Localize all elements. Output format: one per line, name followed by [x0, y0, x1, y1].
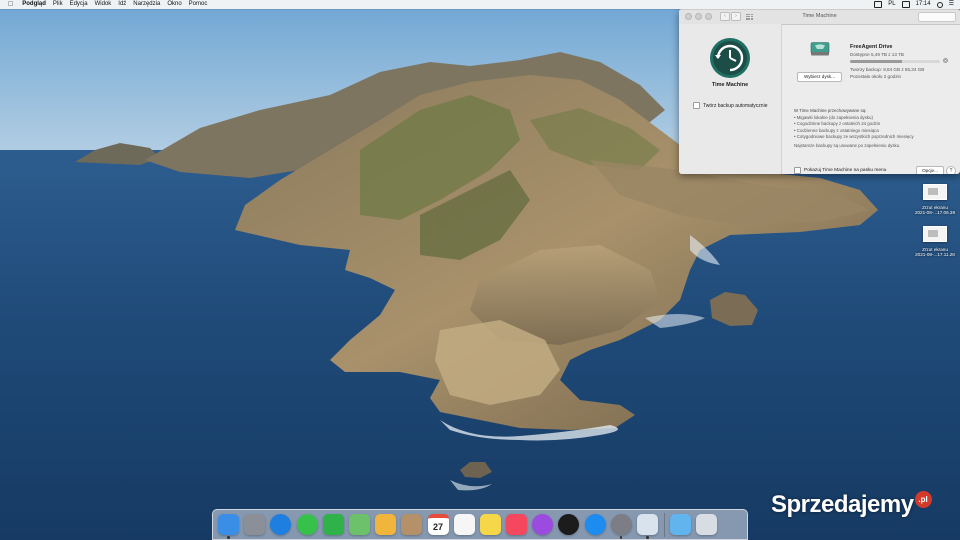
running-indicator: [646, 536, 649, 539]
photos-icon[interactable]: [375, 514, 397, 535]
menu-go[interactable]: Idź: [118, 0, 126, 9]
calendar-day-label: 27: [432, 521, 443, 532]
backup-time-remaining-text: Pozostało około 2 godzin: [850, 74, 902, 79]
apple-tv-icon[interactable]: [558, 514, 580, 535]
screenshot-thumbnail-icon: [923, 184, 947, 200]
help-button[interactable]: ?: [946, 166, 956, 174]
menu-tools[interactable]: Narzędzia: [133, 0, 160, 9]
menu-help[interactable]: Pomoc: [189, 0, 208, 9]
podcasts-icon[interactable]: [532, 514, 554, 535]
calendar-icon[interactable]: 27: [427, 514, 449, 535]
trash-icon[interactable]: [695, 514, 717, 535]
messages-icon[interactable]: [296, 514, 318, 535]
preferences-search-input[interactable]: [918, 12, 956, 22]
window-titlebar[interactable]: ‹ › Time Machine: [679, 9, 960, 25]
airplay-icon[interactable]: [874, 1, 883, 8]
menu-view[interactable]: Widok: [95, 0, 112, 9]
system-preferences-icon[interactable]: [610, 514, 632, 539]
running-indicator: [227, 536, 230, 539]
stop-backup-icon[interactable]: ✕: [943, 58, 948, 63]
time-machine-right-pane: Wybierz dysk... FreeAgent Drive Dostępne…: [782, 24, 960, 174]
menu-app-name[interactable]: Podgląd: [22, 0, 46, 9]
auto-backup-checkbox[interactable]: [693, 102, 700, 109]
backup-description-head: W Time Machine przechowywane są:: [794, 108, 867, 113]
desktop-screenshot-file[interactable]: Zrzut ekranu 2021-08-...17.11.28: [910, 226, 960, 258]
safari-icon[interactable]: [270, 514, 292, 535]
desktop-file-label-line2: 2021-08-...17.06.39: [914, 210, 956, 216]
backup-drive-name: FreeAgent Drive: [850, 44, 893, 50]
list-item: Codzienne backupy z ostatniego miesiąca: [794, 128, 954, 135]
backup-drive-usage-bar: [850, 60, 940, 63]
music-icon[interactable]: [506, 514, 528, 535]
backup-description: W Time Machine przechowywane są: Migawki…: [794, 108, 954, 150]
menu-bar-extras: PL 17:14 ☰: [868, 0, 954, 9]
show-in-menubar-option[interactable]: Pokazuj Time Machine na pasku menu: [794, 167, 886, 174]
facetime-icon[interactable]: [322, 514, 344, 535]
notes-icon[interactable]: [479, 514, 501, 535]
sprzedajemy-watermark: Sprzedajemy .pl: [771, 490, 932, 520]
reminders-icon[interactable]: [453, 514, 475, 535]
time-machine-preferences-window: ‹ › Time Machine Time Machine Twórz back…: [679, 9, 960, 174]
time-machine-clock-icon: [709, 37, 751, 79]
spotlight-search-icon[interactable]: [936, 1, 943, 8]
menu-clock[interactable]: 17:14: [916, 0, 931, 9]
screenshot-thumbnail-icon: [923, 226, 947, 242]
menu-file[interactable]: Plik: [53, 0, 63, 9]
menu-bar:  Podgląd Plik Edycja Widok Idź Narzędzi…: [0, 0, 960, 9]
backup-description-note: Najstarsze backupy są usuwane po zapełni…: [794, 142, 901, 148]
list-item: Cotygodniowe backupy ze wszystkich poprz…: [794, 134, 954, 141]
control-center-icon[interactable]: ☰: [949, 0, 954, 9]
auto-backup-option[interactable]: Twórz backup automatycznie: [693, 102, 767, 109]
downloads-folder-icon[interactable]: [669, 514, 691, 535]
input-source-indicator[interactable]: PL: [888, 0, 895, 9]
desktop-file-label-line2: 2021-08-...17.11.28: [915, 252, 955, 258]
choose-disk-button[interactable]: Wybierz dysk...: [797, 72, 842, 82]
app-store-icon[interactable]: [584, 514, 606, 535]
dock-separator: [664, 512, 665, 537]
show-in-menubar-checkbox[interactable]: [794, 167, 801, 174]
backup-drive-available: Dostępne 5,49 TB z 13 TB: [850, 52, 904, 57]
list-item: Migawki lokalne (do zapełnienia dysku): [794, 115, 954, 122]
menu-window[interactable]: Okno: [167, 0, 181, 9]
options-button[interactable]: Opcje...: [916, 166, 944, 174]
desktop-screenshot-file[interactable]: Zrzut ekranu 2021-08-...17.06.39: [910, 184, 960, 216]
running-indicator: [619, 536, 623, 539]
backup-disk-icon: [810, 42, 830, 56]
backup-drive-usage-fill: [850, 60, 903, 63]
finder-icon[interactable]: [218, 514, 239, 539]
time-machine-left-pane: Time Machine Twórz backup automatycznie: [679, 24, 782, 174]
watermark-brand: Sprzedajemy: [771, 491, 914, 518]
preview-icon[interactable]: [637, 514, 658, 539]
show-in-menubar-label: Pokazuj Time Machine na pasku menu: [804, 168, 887, 173]
maps-icon[interactable]: [348, 514, 370, 535]
apple-logo-icon[interactable]: : [8, 0, 13, 9]
list-item: Cogodzinne backupy z ostatnich 24 godzin: [794, 121, 954, 128]
watermark-badge: .pl: [914, 490, 932, 508]
launchpad-icon[interactable]: [244, 514, 266, 535]
backup-progress-text: Tworzy backup: 9,84 GB z 65,34 GB: [850, 67, 925, 72]
time-machine-app-label: Time Machine: [711, 82, 749, 88]
battery-icon[interactable]: [901, 1, 910, 8]
menu-edit[interactable]: Edycja: [70, 0, 88, 9]
contacts-icon[interactable]: [401, 514, 423, 535]
backup-description-list: Migawki lokalne (do zapełnienia dysku) C…: [794, 115, 954, 141]
auto-backup-label: Twórz backup automatycznie: [703, 102, 768, 109]
dock: 27: [212, 509, 748, 540]
